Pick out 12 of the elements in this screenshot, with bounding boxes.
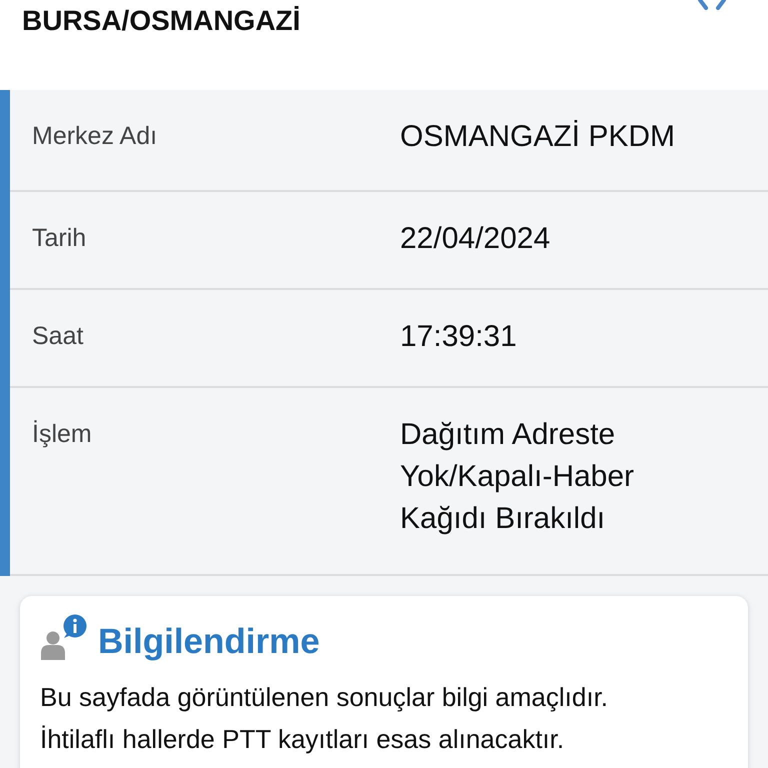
detail-label: Saat	[32, 322, 84, 352]
info-title: Bilgilendirme	[98, 622, 320, 662]
detail-label: İşlem	[32, 420, 93, 450]
header-title: BURSA/OSMANGAZİ	[22, 5, 300, 37]
detail-value: 17:39:31	[400, 319, 518, 355]
info-text: Bu sayfada görüntülenen sonuçlar bilgi amaçlıdır.	[40, 681, 610, 714]
detail-value: OSMANGAZİ PKDM	[400, 119, 676, 155]
detail-value: Dağıtım Adreste Yok/Kapalı-Haber Kağıdı Bırakıldı	[400, 417, 636, 537]
detail-value: 22/04/2024	[400, 221, 552, 257]
info-text: İhtilaflı hallerde PTT kayıtları esas alınacaktır.	[40, 723, 566, 756]
detail-label: Tarih	[32, 224, 88, 254]
detail-label: Merkez Adı	[32, 122, 158, 152]
